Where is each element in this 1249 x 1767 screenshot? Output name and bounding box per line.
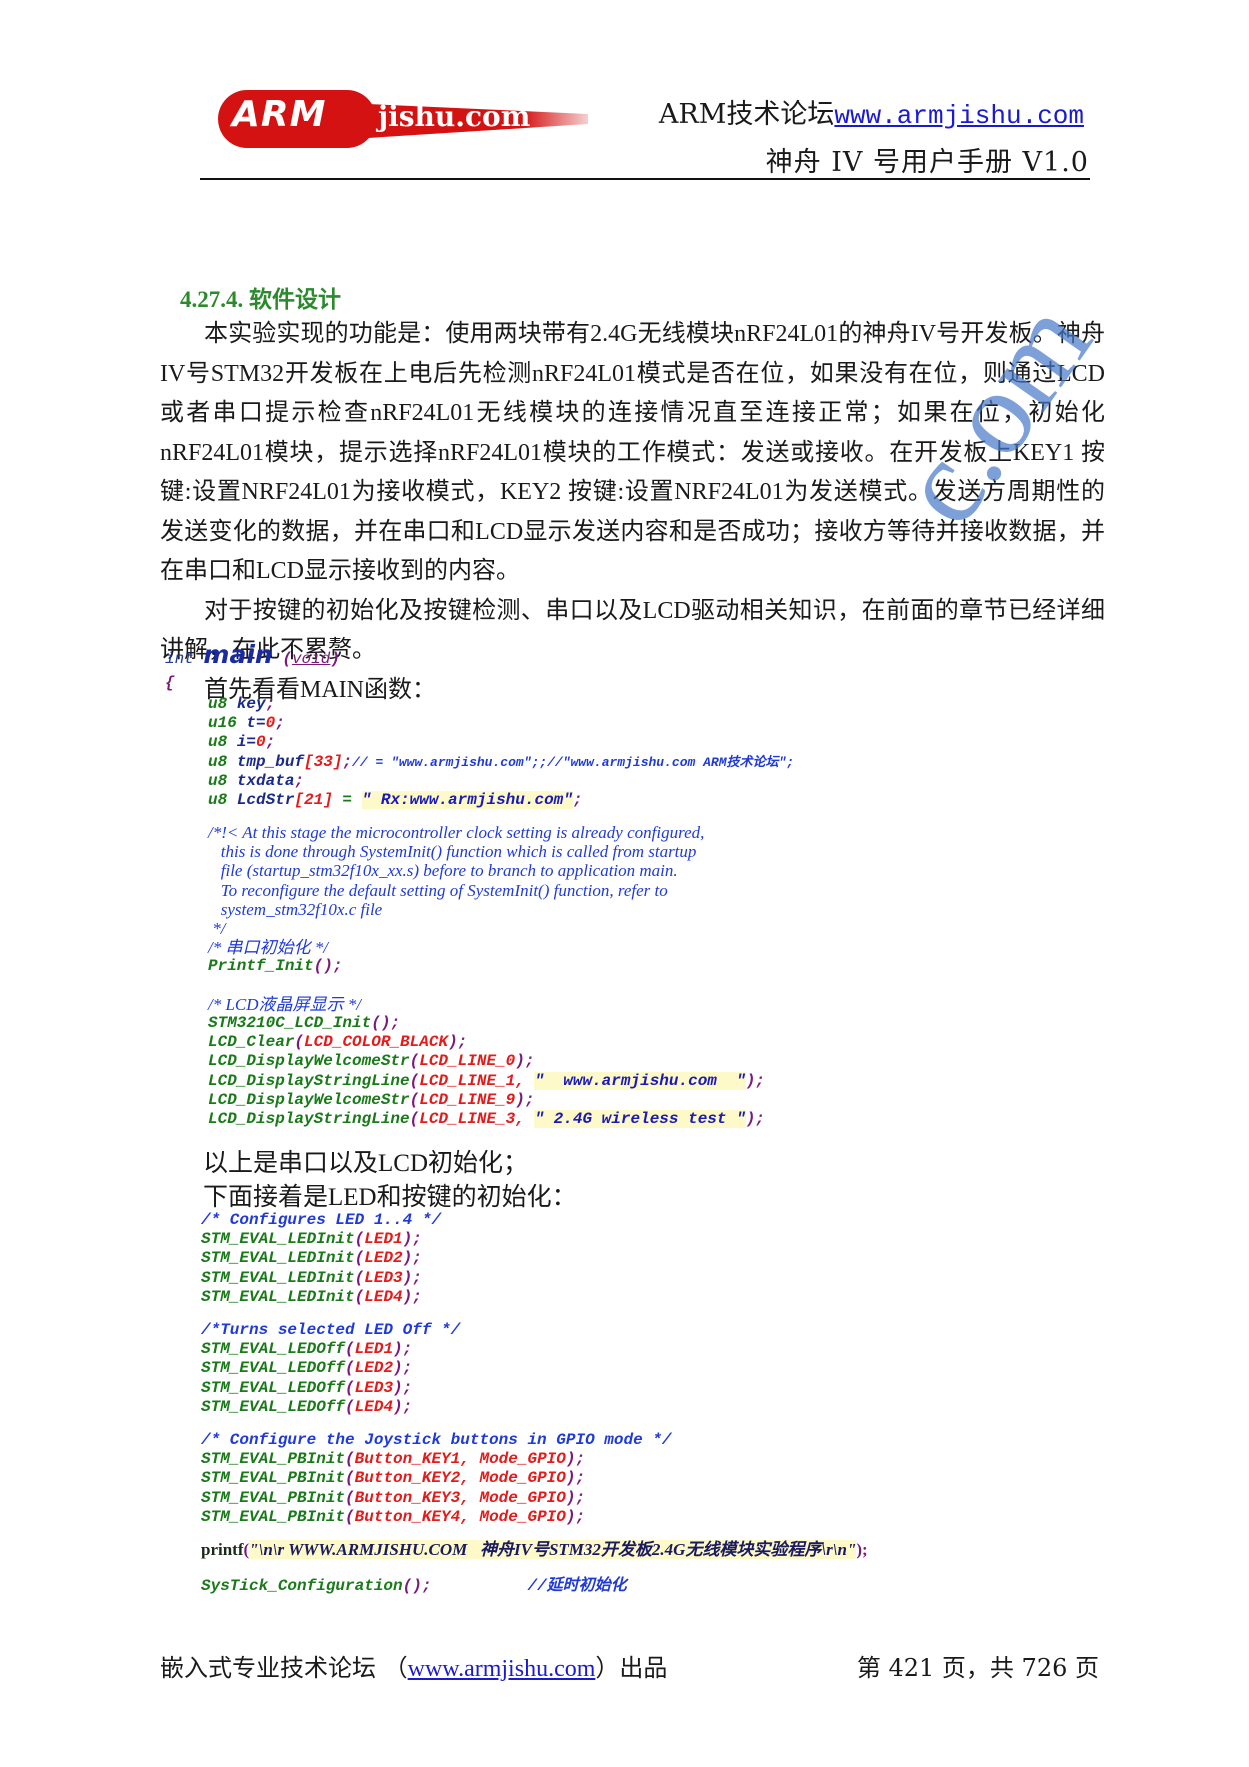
paragraph-intro: 本实验实现的功能是：使用两块带有2.4G无线模块nRF24L01的神舟IV号开发…	[160, 321, 1105, 584]
page-number: 第 421 页，共 726 页	[856, 1654, 1099, 1682]
mid-text-led-key: 下面接着是LED和按键的初始化：	[203, 1184, 577, 1211]
code-line: STM3210C_LCD_Init();	[208, 1014, 401, 1032]
footer-link[interactable]: www.armjishu.com	[408, 1656, 596, 1682]
code-line: LCD_DisplayWelcomeStr(LCD_LINE_9);	[208, 1090, 535, 1109]
header-divider	[200, 178, 1090, 180]
code-line: u8 txdata;	[208, 771, 305, 790]
footer-publisher: 嵌入式专业技术论坛 （www.armjishu.com）出品	[160, 1654, 668, 1682]
armjishu-logo: ARM jishu.com	[218, 86, 588, 150]
code-line: STM_EVAL_LEDInit(LED4);	[201, 1287, 422, 1306]
header-forum: ARM技术论坛www.armjishu.com	[659, 92, 1084, 131]
forum-url-link[interactable]: www.armjishu.com	[834, 101, 1084, 131]
code-line: STM_EVAL_LEDInit(LED2);	[201, 1249, 422, 1268]
code-systick-comment: //延时初始化	[527, 1577, 627, 1595]
code-lcd-calls: STM3210C_LCD_Init(); LCD_Clear(LCD_COLOR_…	[208, 1014, 765, 1129]
code-line: STM_EVAL_PBInit(Button_KEY2, Mode_GPIO);	[201, 1469, 586, 1488]
code-pb-comment: /* Configure the Joystick buttons in GPI…	[201, 1431, 672, 1449]
code-line: LCD_DisplayWelcomeStr(LCD_LINE_0);	[208, 1052, 535, 1071]
code-line: STM_EVAL_LEDInit(LED1);	[201, 1230, 422, 1249]
code-line: STM_EVAL_PBInit(Button_KEY3, Mode_GPIO);	[201, 1488, 586, 1507]
code-line: LCD_Clear(LCD_COLOR_BLACK);	[208, 1033, 468, 1052]
logo-arm-text: ARM	[232, 94, 327, 135]
code-led-comment: /* Configures LED 1..4 */	[201, 1211, 442, 1229]
manual-title: 神舟 IV 号用户手册 V1.0	[765, 147, 1089, 178]
code-printf: printf("\n\r WWW.ARMJISHU.COM 神舟IV号STM32…	[201, 1540, 868, 1559]
code-line: u8 tmp_buf[33];// = "www.armjishu.com";;…	[208, 752, 795, 771]
section-title: 4.27.4. 软件设计	[180, 287, 341, 312]
forum-name: ARM技术论坛	[658, 99, 835, 130]
code-uart-comment: /* 串口初始化 */	[208, 938, 328, 957]
code-line: STM_EVAL_LEDInit(LED3);	[201, 1268, 422, 1287]
code-off-comment: /*Turns selected LED Off */	[201, 1321, 461, 1339]
code-line: STM_EVAL_PBInit(Button_KEY1, Mode_GPIO);	[201, 1450, 586, 1469]
code-fn-main: main	[203, 640, 273, 669]
code-line: STM_EVAL_LEDOff(LED4);	[201, 1397, 413, 1416]
code-block-comment: /*!< At this stage the microcontroller c…	[208, 823, 705, 939]
code-line: u8 i=0;	[208, 733, 276, 752]
code-line: u8 key;	[208, 695, 276, 713]
code-line: STM_EVAL_PBInit(Button_KEY4, Mode_GPIO);	[201, 1507, 586, 1526]
code-line: u16 t=0;	[208, 714, 285, 733]
code-systick: SysTick_Configuration(); //延时初始化	[201, 1577, 627, 1595]
code-line: STM_EVAL_LEDOff(LED2);	[201, 1359, 413, 1378]
code-line: STM_EVAL_LEDOff(LED1);	[201, 1340, 413, 1359]
code-lcd-comment: /* LCD液晶屏显示 */	[208, 995, 362, 1014]
code-decls: u8 key; u16 t=0; u8 i=0; u8 tmp_buf[33];// …	[208, 695, 794, 810]
code-line: u8 LcdStr[21] = " Rx:www.armjishu.com";	[208, 791, 583, 810]
code-pb-init-block: /* Configure the Joystick buttons in GPI…	[201, 1431, 671, 1527]
code-main-signature: int main (void)	[165, 640, 340, 669]
code-line: LCD_DisplayStringLine(LCD_LINE_3, " 2.4G…	[208, 1110, 765, 1129]
code-uart-call: Printf_Init();	[208, 957, 343, 975]
code-line: LCD_DisplayStringLine(LCD_LINE_1, " www.…	[208, 1071, 765, 1090]
logo-site-text: jishu.com	[378, 100, 531, 133]
code-line: STM_EVAL_LEDOff(LED3);	[201, 1378, 413, 1397]
code-open-brace: {	[165, 674, 175, 692]
code-led-init-block: /* Configures LED 1..4 */STM_EVAL_LEDIni…	[201, 1211, 441, 1307]
code-param: void	[291, 650, 331, 668]
code-type: int	[165, 650, 194, 668]
code-led-off-block: /*Turns selected LED Off */STM_EVAL_LEDO…	[201, 1321, 460, 1417]
mid-text-uart-lcd: 以上是串口以及LCD初始化；	[203, 1150, 529, 1177]
